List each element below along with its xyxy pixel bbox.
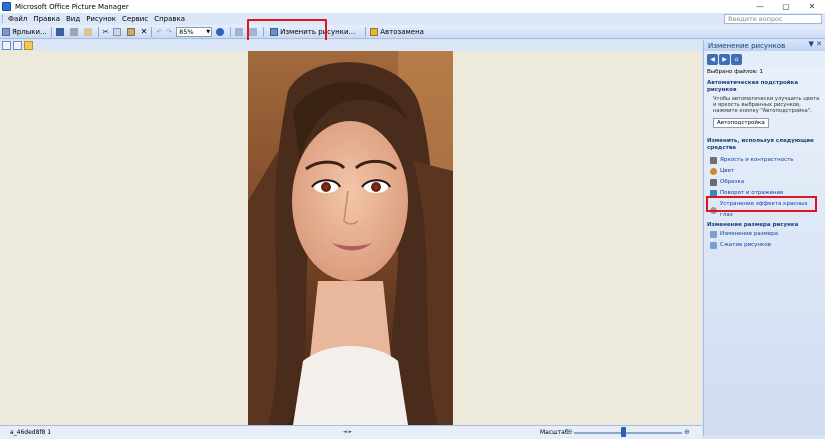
task-pane-header: Изменение рисунков ▼ ✕ [704, 40, 825, 51]
shortcuts-button[interactable]: Ярлыки... [0, 26, 49, 38]
redo-icon: ↷ [166, 27, 173, 36]
zoom-slider-thumb[interactable] [621, 427, 626, 437]
print-icon [69, 27, 78, 36]
print-button[interactable] [68, 26, 82, 38]
close-button[interactable]: ✕ [799, 0, 825, 13]
zoom-in-icon[interactable]: ⊕ [684, 428, 690, 436]
window-controls: — ▢ ✕ [747, 0, 825, 13]
menu-picture[interactable]: Рисунок [83, 15, 119, 23]
copy-button[interactable] [111, 26, 125, 38]
autofix-label: Автозамена [380, 27, 424, 36]
brightness-label: Яркость и контрастность [720, 157, 794, 163]
portrait-image [248, 51, 453, 425]
task-pane-body: Выбрано файлов: 1 Автоматическая подстро… [704, 67, 825, 436]
resize-label: Изменение размера [720, 231, 779, 237]
menu-bar: Файл Правка Вид Рисунок Сервис Справка В… [0, 13, 825, 25]
rotate-left-button[interactable] [233, 26, 247, 38]
rotate-left-icon [235, 27, 244, 36]
undo-button[interactable]: ↶ [154, 26, 164, 38]
status-bar: a_46ded8f8 1 ◄ ► Масштаб: ⊖ ⊕ [0, 425, 702, 439]
color-label: Цвет [720, 168, 735, 174]
forward-icon[interactable]: ▶ [719, 53, 730, 65]
toolbar-separator [230, 26, 232, 37]
crop-label: Обрезка [720, 179, 745, 185]
help-search-input[interactable]: Введите вопрос [724, 14, 822, 24]
copy-icon [112, 27, 121, 36]
color-link[interactable]: Цвет [707, 166, 822, 177]
save-icon [55, 27, 64, 36]
help-icon [216, 27, 225, 36]
resize-icon [710, 231, 717, 238]
back-icon[interactable]: ◀ [707, 53, 718, 65]
app-icon [2, 2, 11, 11]
toolbar-separator [97, 26, 99, 37]
tools-heading: Изменить, используя следующие средства [707, 138, 814, 151]
compress-link[interactable]: Сжатие рисунков [707, 240, 822, 251]
shortcuts-icon [2, 27, 10, 36]
paste-icon [126, 27, 135, 36]
cut-button[interactable]: ✂ [101, 26, 111, 38]
menu-edit[interactable]: Правка [30, 15, 63, 23]
maximize-button[interactable]: ▢ [773, 0, 799, 13]
brightness-icon [710, 157, 717, 164]
save-button[interactable] [54, 26, 68, 38]
autofix-button[interactable]: Автозамена [368, 26, 426, 38]
delete-button[interactable]: ✕ [139, 26, 150, 38]
selected-picture[interactable] [248, 51, 453, 425]
autofix-description: Чтобы автоматически улучшить цвета и ярк… [713, 96, 820, 114]
task-pane: Изменение рисунков ▼ ✕ ◀ ▶ ⌂ Выбрано фай… [703, 40, 825, 436]
title-bar: Microsoft Office Picture Manager — ▢ ✕ [0, 0, 825, 13]
resize-heading: Изменение размера рисунка [707, 222, 799, 228]
delete-icon: ✕ [140, 27, 148, 36]
toolbar-separator [151, 26, 153, 37]
selected-files-count: Выбрано файлов: 1 [707, 69, 763, 75]
thumbnail-view-icon[interactable] [2, 41, 11, 50]
crop-link[interactable]: Обрезка [707, 177, 822, 188]
brightness-contrast-link[interactable]: Яркость и контрастность [707, 155, 822, 166]
zoom-select[interactable]: 85% ▼ [176, 26, 213, 37]
view-toolbar [0, 40, 702, 51]
menu-view[interactable]: Вид [63, 15, 83, 23]
status-filename: a_46ded8f8 1 [10, 429, 52, 436]
standard-toolbar: Ярлыки... ✂ ✕ ↶ ↷ 85% ▼ Изменить рисунки… [0, 25, 825, 39]
menu-tools[interactable]: Сервис [119, 15, 151, 23]
toolbar-separator [50, 26, 52, 37]
paste-button[interactable] [125, 26, 139, 38]
autofix-heading: Автоматическая подстройка рисунков [707, 80, 799, 93]
resize-link[interactable]: Изменение размера [707, 229, 822, 240]
chevron-down-icon: ▼ [206, 28, 211, 35]
zoom-out-icon[interactable]: ⊖ [567, 428, 573, 436]
email-icon [83, 27, 92, 36]
menu-help[interactable]: Справка [151, 15, 188, 23]
zoom-value: 85% [179, 27, 194, 36]
help-button[interactable] [214, 26, 228, 38]
shortcuts-label: Ярлыки... [12, 27, 47, 36]
single-picture-view-icon[interactable] [24, 41, 33, 50]
zoom-slider-track[interactable] [574, 432, 682, 434]
task-pane-title: Изменение рисунков [708, 41, 786, 50]
undo-icon: ↶ [156, 27, 163, 36]
color-icon [710, 168, 717, 175]
autofix-icon [370, 27, 379, 36]
zoom-label: Масштаб: [540, 429, 571, 436]
toolbar-separator [365, 26, 367, 37]
cut-icon: ✂ [102, 27, 109, 36]
crop-icon [710, 179, 717, 186]
menu-file[interactable]: Файл [5, 15, 30, 23]
email-button[interactable] [82, 26, 96, 38]
task-pane-controls[interactable]: ▼ ✕ [809, 40, 822, 48]
autofix-pane-button[interactable]: Автоподстройка [713, 118, 769, 128]
window-title: Microsoft Office Picture Manager [15, 2, 129, 11]
page-nav-icon[interactable]: ◄ ► [343, 429, 352, 435]
compress-label: Сжатие рисунков [720, 242, 771, 248]
redo-button[interactable]: ↷ [164, 26, 174, 38]
compress-icon [710, 242, 717, 249]
picture-workspace [0, 51, 702, 425]
filmstrip-view-icon[interactable] [13, 41, 22, 50]
minimize-button[interactable]: — [747, 0, 773, 13]
home-icon[interactable]: ⌂ [731, 53, 742, 65]
task-pane-nav: ◀ ▶ ⌂ [704, 51, 825, 67]
red-eye-highlight [706, 196, 817, 212]
